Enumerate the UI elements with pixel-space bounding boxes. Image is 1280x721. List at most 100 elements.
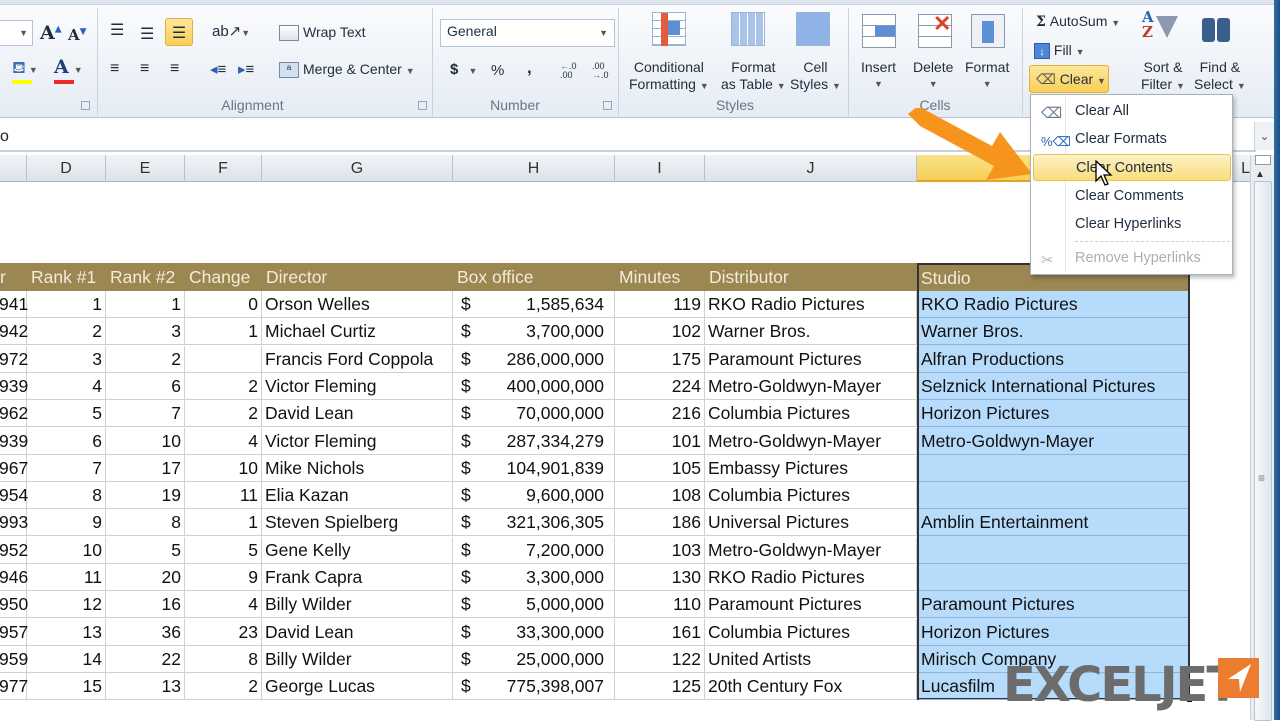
- header-year[interactable]: r: [0, 263, 6, 291]
- cell-box-office[interactable]: 321,306,305: [453, 509, 615, 536]
- cell-rank2[interactable]: 5: [106, 537, 185, 564]
- cell-year[interactable]: 939: [0, 373, 28, 400]
- comma-style-button[interactable]: ,: [527, 58, 532, 78]
- cell-distributor[interactable]: RKO Radio Pictures: [705, 291, 917, 318]
- header-change[interactable]: Change: [185, 263, 250, 291]
- cell-rank2[interactable]: 16: [106, 591, 185, 618]
- grow-font-button[interactable]: A▲: [40, 22, 62, 44]
- cell-minutes[interactable]: 119: [615, 291, 705, 318]
- cell-year[interactable]: 959: [0, 646, 28, 673]
- cell-box-office[interactable]: 287,334,279: [453, 428, 615, 455]
- cell-change[interactable]: 8: [185, 646, 262, 673]
- conditional-formatting-button[interactable]: Conditional Formatting ▼: [629, 59, 709, 95]
- cell-rank2[interactable]: 36: [106, 619, 185, 646]
- fill-color-button[interactable]: ⛾ ▼: [12, 58, 38, 84]
- cell-change[interactable]: 10: [185, 455, 262, 482]
- menu-item-clear-hyperlinks[interactable]: Clear Hyperlinks: [1033, 211, 1231, 238]
- cell-year[interactable]: 946: [0, 564, 28, 591]
- menu-item-clear-all[interactable]: ⌫ Clear All: [1033, 98, 1231, 125]
- cell-year[interactable]: 942: [0, 318, 28, 345]
- cell-rank1[interactable]: 8: [27, 482, 106, 509]
- cell-year[interactable]: 950: [0, 591, 28, 618]
- cell-studio[interactable]: Amblin Entertainment: [919, 509, 1188, 536]
- cell-rank2[interactable]: 7: [106, 400, 185, 427]
- font-color-button[interactable]: A ▼: [54, 56, 83, 84]
- cell-box-office[interactable]: 25,000,000: [453, 646, 615, 673]
- cell-rank1[interactable]: 10: [27, 537, 106, 564]
- cell-studio[interactable]: [919, 482, 1188, 509]
- fill-button[interactable]: ↓ Fill ▼: [1034, 42, 1085, 59]
- shrink-font-button[interactable]: A▼: [68, 26, 87, 44]
- decrease-decimal-button[interactable]: .00 →.0: [592, 62, 609, 80]
- cell-studio[interactable]: [919, 537, 1188, 564]
- cell-box-office[interactable]: 286,000,000: [453, 346, 615, 373]
- cell-box-office[interactable]: 70,000,000: [453, 400, 615, 427]
- cell-change[interactable]: 1: [185, 509, 262, 536]
- cell-director[interactable]: Victor Fleming: [262, 373, 453, 400]
- cell-minutes[interactable]: 125: [615, 673, 705, 700]
- header-rank2[interactable]: Rank #2: [106, 263, 175, 291]
- cell-studio[interactable]: [919, 564, 1188, 591]
- cell-box-office[interactable]: 3,700,000: [453, 318, 615, 345]
- cell-rank2[interactable]: 19: [106, 482, 185, 509]
- cell-change[interactable]: 0: [185, 291, 262, 318]
- cell-distributor[interactable]: 20th Century Fox: [705, 673, 917, 700]
- cell-studio[interactable]: Alfran Productions: [919, 346, 1188, 373]
- number-dialog-launcher[interactable]: [603, 101, 612, 110]
- cell-director[interactable]: Gene Kelly: [262, 537, 453, 564]
- header-box-office[interactable]: Box office: [453, 263, 534, 291]
- cell-year[interactable]: 967: [0, 455, 28, 482]
- cell-rank1[interactable]: 6: [27, 428, 106, 455]
- cell-rank2[interactable]: 10: [106, 428, 185, 455]
- cell-year[interactable]: 993: [0, 509, 28, 536]
- cell-box-office[interactable]: 33,300,000: [453, 619, 615, 646]
- align-middle-button[interactable]: ☰: [140, 24, 154, 44]
- cell-rank1[interactable]: 1: [27, 291, 106, 318]
- align-right-button[interactable]: ≡: [170, 60, 179, 78]
- column-header-i[interactable]: I: [615, 155, 705, 182]
- cell-distributor[interactable]: United Artists: [705, 646, 917, 673]
- merge-center-button[interactable]: a Merge & Center ▼: [279, 61, 415, 79]
- cell-distributor[interactable]: Metro-Goldwyn-Mayer: [705, 537, 917, 564]
- cell-minutes[interactable]: 224: [615, 373, 705, 400]
- cell-box-office[interactable]: 1,585,634: [453, 291, 615, 318]
- font-size-dropdown[interactable]: ▼: [0, 20, 33, 46]
- cell-director[interactable]: Steven Spielberg: [262, 509, 453, 536]
- cell-distributor[interactable]: Embassy Pictures: [705, 455, 917, 482]
- format-as-table-button[interactable]: Format as Table ▼: [721, 59, 786, 95]
- cell-director[interactable]: David Lean: [262, 619, 453, 646]
- align-left-button[interactable]: ≡: [110, 60, 119, 78]
- cell-director[interactable]: Billy Wilder: [262, 591, 453, 618]
- cell-studio[interactable]: Horizon Pictures: [919, 619, 1188, 646]
- cell-rank2[interactable]: 3: [106, 318, 185, 345]
- cell-minutes[interactable]: 103: [615, 537, 705, 564]
- cell-minutes[interactable]: 102: [615, 318, 705, 345]
- delete-button[interactable]: Delete ▼: [913, 59, 953, 93]
- cell-box-office[interactable]: 3,300,000: [453, 564, 615, 591]
- cell-change[interactable]: 2: [185, 673, 262, 700]
- menu-item-clear-formats[interactable]: %⌫ Clear Formats: [1033, 126, 1231, 153]
- cell-distributor[interactable]: Columbia Pictures: [705, 482, 917, 509]
- cell-rank2[interactable]: 13: [106, 673, 185, 700]
- cell-studio[interactable]: Selznick International Pictures: [919, 373, 1188, 400]
- column-header-f[interactable]: F: [185, 155, 262, 182]
- cell-rank1[interactable]: 7: [27, 455, 106, 482]
- cell-minutes[interactable]: 108: [615, 482, 705, 509]
- align-bottom-button[interactable]: ☰: [165, 18, 193, 46]
- format-button[interactable]: Format ▼: [965, 59, 1009, 93]
- cell-director[interactable]: Michael Curtiz: [262, 318, 453, 345]
- cell-year[interactable]: 957: [0, 619, 28, 646]
- cell-minutes[interactable]: 175: [615, 346, 705, 373]
- cell-change[interactable]: 4: [185, 428, 262, 455]
- cell-rank1[interactable]: 9: [27, 509, 106, 536]
- cell-distributor[interactable]: Columbia Pictures: [705, 400, 917, 427]
- alignment-dialog-launcher[interactable]: [418, 101, 427, 110]
- cell-director[interactable]: David Lean: [262, 400, 453, 427]
- cell-change[interactable]: 11: [185, 482, 262, 509]
- cell-box-office[interactable]: 775,398,007: [453, 673, 615, 700]
- cell-rank2[interactable]: 1: [106, 291, 185, 318]
- number-format-dropdown[interactable]: General ▼: [440, 19, 615, 47]
- cell-director[interactable]: Billy Wilder: [262, 646, 453, 673]
- menu-item-clear-contents[interactable]: Clear Contents: [1033, 154, 1231, 181]
- cell-rank1[interactable]: 4: [27, 373, 106, 400]
